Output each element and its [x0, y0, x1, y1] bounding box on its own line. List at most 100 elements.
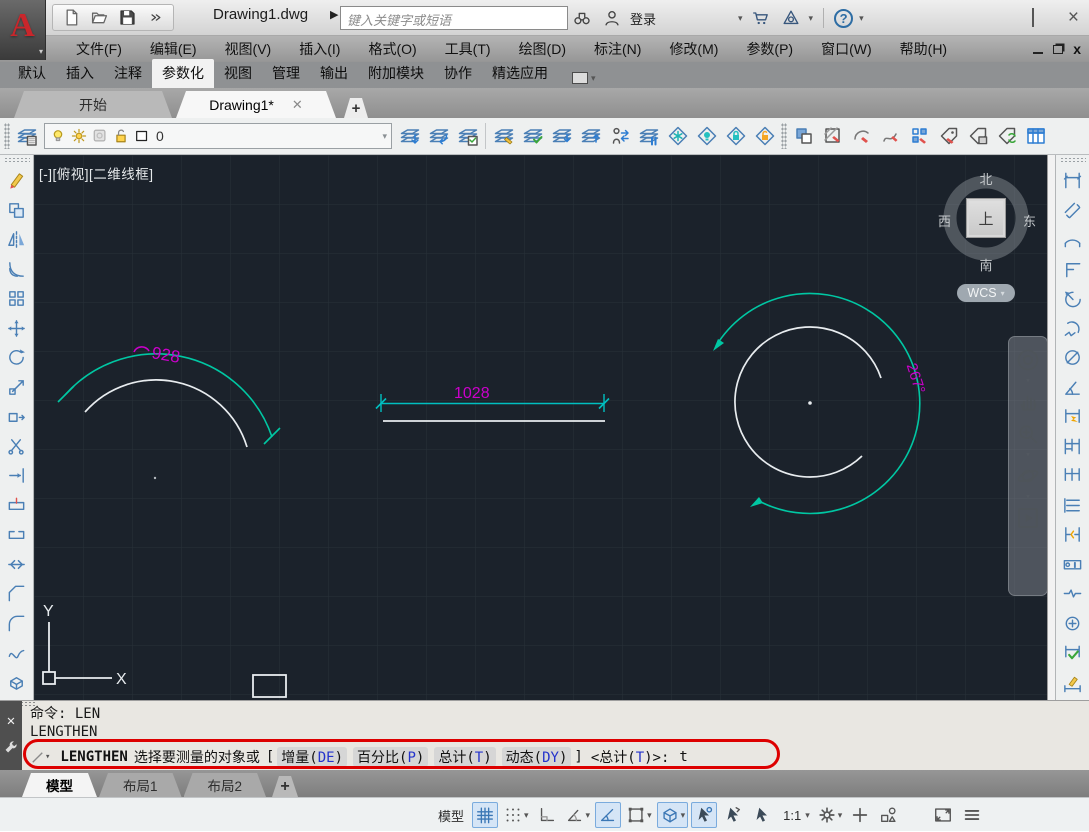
ortho-mode[interactable] [534, 802, 560, 828]
blend-icon[interactable] [2, 638, 32, 668]
cart-icon[interactable] [749, 6, 773, 30]
edit-hatch-icon[interactable] [847, 121, 876, 151]
settings-gear[interactable]: ▾ [815, 802, 845, 828]
array-icon[interactable] [2, 284, 32, 314]
login-label[interactable]: 登录 [630, 9, 656, 28]
layer-make-current-icon[interactable] [395, 121, 424, 151]
dim-aligned-icon[interactable] [1058, 196, 1088, 226]
menu-item-8[interactable]: 修改(M) [655, 36, 732, 62]
tag-sync-icon[interactable] [992, 121, 1021, 151]
dim-angular-icon[interactable] [1058, 373, 1088, 403]
iso-bulb-icon[interactable] [692, 121, 721, 151]
iso-lock-icon[interactable] [721, 121, 750, 151]
caret-down-icon[interactable]: ▾ [586, 810, 591, 821]
edit-spline-icon[interactable] [876, 121, 905, 151]
extend-icon[interactable] [2, 461, 32, 491]
caret-down-icon[interactable]: ▾ [1026, 495, 1030, 499]
layer-combo[interactable]: 0▾ [44, 123, 392, 149]
isometric-drafting[interactable] [595, 802, 621, 828]
edit-array-icon[interactable] [905, 121, 934, 151]
viewcube-west[interactable]: 西 [938, 211, 951, 230]
nav-zoom-icon[interactable] [1015, 421, 1041, 447]
caret-down-icon[interactable]: ▾ [524, 810, 529, 821]
dim-space-icon[interactable] [1058, 491, 1088, 521]
caret-down-icon[interactable]: ▾ [805, 810, 810, 821]
viewport-label[interactable]: [-][俯视][二维线框] [39, 163, 154, 183]
command-line-panel[interactable]: ✕ 命令: LEN LENGTHEN ▾ LENGTHEN 选择要测量的对象或 … [0, 700, 1089, 770]
nav-motion-icon[interactable] [1015, 505, 1041, 531]
trim-icon[interactable] [2, 432, 32, 462]
recent-commands-icon[interactable] [30, 750, 45, 765]
dim-diameter-icon[interactable] [1058, 343, 1088, 373]
ribbon-tab-5[interactable]: 管理 [262, 59, 310, 88]
new-layout-button[interactable]: + [272, 776, 298, 797]
new-drawing-tab-button[interactable]: + [344, 98, 368, 118]
snap-mode[interactable]: ▾ [501, 802, 531, 828]
command-close-icon[interactable]: ✕ [7, 713, 15, 729]
sun-icon[interactable] [70, 127, 88, 145]
close-button[interactable]: × [1068, 8, 1079, 27]
prompt-option-3[interactable]: 动态(DY) [502, 747, 572, 767]
dim-break-icon[interactable] [1058, 520, 1088, 550]
dim-inspect-icon[interactable] [1058, 550, 1088, 580]
prompt-option-0[interactable]: 增量(DE) [277, 747, 347, 767]
user-icon[interactable] [600, 6, 624, 30]
open-file-icon[interactable] [87, 6, 111, 30]
caret-down-icon[interactable]: ▾ [838, 810, 843, 821]
explode-icon[interactable] [2, 668, 32, 698]
caret-down-icon[interactable]: ▾ [738, 13, 743, 24]
clean-screen[interactable] [930, 802, 956, 828]
toolbar-grip[interactable] [1060, 157, 1086, 164]
viewcube-south[interactable]: 南 [940, 255, 1032, 274]
viewcube[interactable]: 北 西 东 南 上 [940, 167, 1032, 271]
title-expand-icon[interactable]: ▶ [330, 8, 338, 21]
toolbar-grip[interactable] [781, 123, 787, 149]
save-file-icon[interactable] [115, 6, 139, 30]
annotation-scale[interactable]: 1:1▾ [778, 802, 812, 828]
layout-tab-1[interactable]: 布局1 [99, 773, 182, 797]
caret-down-icon[interactable]: ▾ [859, 13, 864, 24]
fillet-icon[interactable] [2, 609, 32, 639]
menu-item-7[interactable]: 标注(N) [580, 36, 655, 62]
application-menu-button[interactable]: A ▾ [0, 0, 46, 60]
command-prompt[interactable]: ▾ LENGTHEN 选择要测量的对象或 [ 增量(DE)百分比(P)总计(T)… [30, 745, 688, 769]
offset-icon[interactable] [2, 255, 32, 285]
menu-item-9[interactable]: 参数(P) [732, 36, 807, 62]
drawing-restore-button[interactable] [1053, 45, 1063, 54]
dim-continue-icon[interactable] [1058, 461, 1088, 491]
grid-display[interactable] [472, 802, 498, 828]
scale-icon[interactable] [2, 373, 32, 403]
dim-radius-icon[interactable] [1058, 284, 1088, 314]
ribbon-tab-4[interactable]: 视图 [214, 59, 262, 88]
layout-tab-0[interactable]: 模型 [22, 773, 97, 797]
dim-arc-icon[interactable] [1058, 225, 1088, 255]
prompt-option-2[interactable]: 总计(T) [434, 747, 495, 767]
dim-linear-icon[interactable] [1058, 166, 1088, 196]
break-icon[interactable] [2, 520, 32, 550]
ribbon-tab-7[interactable]: 附加模块 [358, 59, 434, 88]
drawing-minimize-button[interactable] [1033, 52, 1043, 54]
caret-down-icon[interactable]: ▾ [681, 810, 686, 821]
iso-unlock-icon[interactable] [750, 121, 779, 151]
object-snap-3d[interactable]: ▾ [657, 802, 689, 828]
model-space-label[interactable]: 模型 [433, 802, 469, 828]
rotate-icon[interactable] [2, 343, 32, 373]
layer-current-check-icon[interactable] [518, 121, 547, 151]
data-table-icon[interactable] [1021, 121, 1050, 151]
dim-jog-line-icon[interactable] [1058, 579, 1088, 609]
viewcube-east[interactable]: 东 [1023, 211, 1036, 230]
file-tab-close-icon[interactable]: ✕ [292, 97, 303, 113]
ribbon-tab-3[interactable]: 参数化 [152, 59, 214, 88]
dim-edit-icon[interactable] [1058, 668, 1088, 698]
dim-check-icon[interactable] [1058, 638, 1088, 668]
search-input[interactable]: 键入关键字或短语 [340, 6, 568, 30]
ribbon-tab-6[interactable]: 输出 [310, 59, 358, 88]
copy-obj-icon[interactable] [2, 196, 32, 226]
layer-properties-icon[interactable] [12, 121, 41, 151]
ribbon-display-dropdown[interactable]: ▾ [572, 72, 596, 84]
isolate-objects[interactable] [876, 802, 902, 828]
wcs-selector[interactable]: WCS ▾ [957, 284, 1015, 302]
lock-open-icon[interactable] [112, 127, 130, 145]
nav-wheel-icon[interactable] [1015, 347, 1041, 373]
a360-icon[interactable] [779, 6, 803, 30]
